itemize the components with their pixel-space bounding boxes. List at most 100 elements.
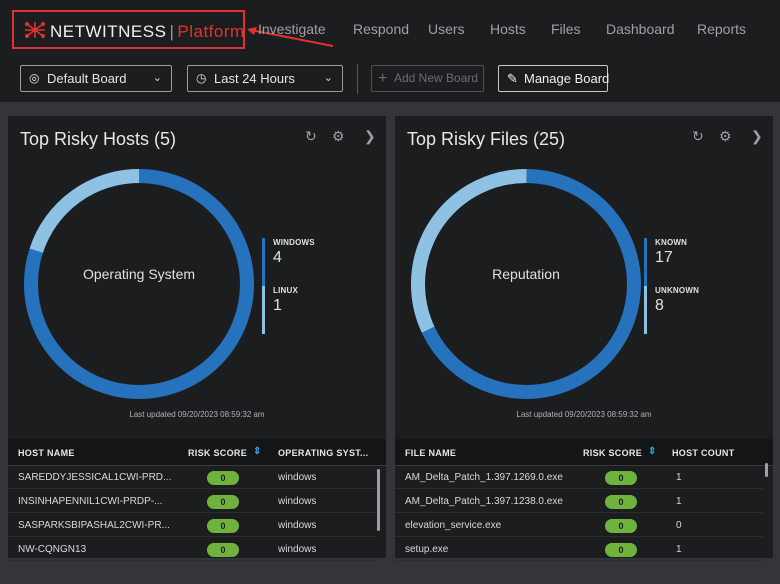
legend-name: WINDOWS bbox=[273, 238, 315, 247]
table-row[interactable]: AM_Delta_Patch_1.397.1238.0.exe 0 1 bbox=[395, 490, 763, 513]
legend-count: 8 bbox=[655, 297, 664, 314]
legend-item-linux[interactable]: LINUX 1 bbox=[262, 286, 352, 334]
table-header: HOST NAME RISK SCORE ⇕ OPERATING SYST... bbox=[8, 439, 386, 466]
legend-count: 17 bbox=[655, 249, 673, 266]
sort-icon[interactable]: ⇕ bbox=[253, 446, 262, 457]
brand-product: Platform bbox=[177, 22, 245, 41]
chevron-right-icon[interactable]: ❯ bbox=[751, 128, 763, 145]
column-host-count[interactable]: HOST COUNT bbox=[672, 448, 735, 458]
os-cell: windows bbox=[278, 496, 317, 507]
chevron-down-icon: ⌄ bbox=[152, 72, 162, 84]
column-risk-score[interactable]: RISK SCORE bbox=[583, 448, 642, 458]
table-row[interactable]: elevation_service.exe 0 0 bbox=[395, 514, 763, 537]
risk-score-badge: 0 bbox=[605, 519, 637, 533]
table-scrollbar[interactable] bbox=[377, 469, 380, 531]
legend-item-known[interactable]: KNOWN 17 bbox=[644, 238, 734, 286]
host-count-cell: 1 bbox=[676, 472, 682, 483]
nav-reports[interactable]: Reports bbox=[697, 21, 746, 37]
nav-hosts[interactable]: Hosts bbox=[490, 21, 526, 37]
legend-item-windows[interactable]: WINDOWS 4 bbox=[262, 238, 352, 286]
risk-score-badge: 0 bbox=[605, 495, 637, 509]
legend-name: KNOWN bbox=[655, 238, 688, 247]
brand-logo[interactable]: NETWITNESS | Platform bbox=[50, 22, 245, 42]
host-count-cell: 0 bbox=[676, 520, 682, 531]
legend-name: LINUX bbox=[273, 286, 298, 295]
reputation-donut-chart bbox=[411, 169, 641, 399]
chevron-right-icon[interactable]: ❯ bbox=[364, 128, 376, 145]
netwitness-logo-icon bbox=[25, 22, 45, 38]
risk-score-badge: 0 bbox=[605, 543, 637, 557]
clock-icon: ◷ bbox=[196, 71, 207, 85]
risk-score-badge: 0 bbox=[207, 519, 239, 533]
file-name-cell: AM_Delta_Patch_1.397.1238.0.exe bbox=[405, 496, 563, 507]
host-count-cell: 1 bbox=[676, 544, 682, 555]
risk-score-badge: 0 bbox=[207, 471, 239, 485]
file-name-cell: setup.exe bbox=[405, 544, 449, 555]
risk-score-badge: 0 bbox=[605, 471, 637, 485]
nav-investigate[interactable]: Investigate bbox=[258, 21, 326, 37]
board-select[interactable]: ◎ Default Board ⌄ bbox=[20, 65, 172, 92]
time-range-select[interactable]: ◷ Last 24 Hours ⌄ bbox=[187, 65, 343, 92]
column-operating-system[interactable]: OPERATING SYST... bbox=[278, 448, 368, 458]
donut-legend: KNOWN 17 UNKNOWN 8 bbox=[644, 238, 734, 334]
file-name-cell: AM_Delta_Patch_1.397.1269.0.exe bbox=[405, 472, 563, 483]
risk-score-badge: 0 bbox=[207, 495, 239, 509]
table-row[interactable]: NW-CQNGN13 0 windows bbox=[8, 538, 376, 561]
top-risky-files-panel: Top Risky Files (25) ↻ ⚙ ❯ Reputation KN… bbox=[395, 116, 773, 561]
top-risky-hosts-panel: Top Risky Hosts (5) ↻ ⚙ ❯ Operating Syst… bbox=[8, 116, 386, 561]
toolbar-divider bbox=[357, 64, 358, 94]
table-row[interactable]: SAREDDYJESSICAL1CWI-PRD... 0 windows bbox=[8, 466, 376, 489]
donut-center-label: Operating System bbox=[82, 266, 196, 282]
time-range-value: Last 24 Hours bbox=[214, 71, 295, 86]
sort-icon[interactable]: ⇕ bbox=[648, 446, 657, 457]
table-header: FILE NAME RISK SCORE ⇕ HOST COUNT bbox=[395, 439, 773, 466]
os-donut-chart bbox=[24, 169, 254, 399]
panel-title: Top Risky Files (25) bbox=[407, 129, 566, 149]
nav-users[interactable]: Users bbox=[428, 21, 465, 37]
manage-board-label: Manage Board bbox=[524, 71, 610, 86]
dashboard-toolbar: ◎ Default Board ⌄ ◷ Last 24 Hours ⌄ + Ad… bbox=[0, 58, 780, 102]
refresh-icon[interactable]: ↻ bbox=[305, 128, 317, 145]
host-name-cell: INSINHAPENNIL1CWI-PRDP-... bbox=[18, 496, 163, 507]
nav-dashboard[interactable]: Dashboard bbox=[606, 21, 675, 37]
os-cell: windows bbox=[278, 520, 317, 531]
column-host-name[interactable]: HOST NAME bbox=[18, 448, 75, 458]
host-name-cell: SASPARKSBIPASHAL2CWI-PR... bbox=[18, 520, 170, 531]
board-select-value: Default Board bbox=[47, 71, 127, 86]
table-scrollbar[interactable] bbox=[765, 463, 768, 477]
donut-legend: WINDOWS 4 LINUX 1 bbox=[262, 238, 352, 334]
pencil-icon: ✎ bbox=[507, 71, 518, 86]
host-name-cell: NW-CQNGN13 bbox=[18, 544, 87, 555]
manage-board-button[interactable]: ✎ Manage Board bbox=[498, 65, 610, 92]
risk-score-badge: 0 bbox=[207, 543, 239, 557]
table-row[interactable]: INSINHAPENNIL1CWI-PRDP-... 0 windows bbox=[8, 490, 376, 513]
nav-respond[interactable]: Respond bbox=[353, 21, 409, 37]
column-risk-score[interactable]: RISK SCORE bbox=[188, 448, 247, 458]
gear-icon[interactable]: ⚙ bbox=[332, 128, 345, 145]
panel-title: Top Risky Hosts (5) bbox=[20, 129, 177, 149]
gear-icon[interactable]: ⚙ bbox=[719, 128, 732, 145]
os-cell: windows bbox=[278, 544, 317, 555]
os-cell: windows bbox=[278, 472, 317, 483]
host-count-cell: 1 bbox=[676, 496, 682, 507]
table-row[interactable]: SASPARKSBIPASHAL2CWI-PR... 0 windows bbox=[8, 514, 376, 537]
donut-center-label: Reputation bbox=[492, 266, 560, 282]
top-navigation: NETWITNESS | Platform Investigate Respond … bbox=[0, 0, 780, 58]
brand-name: NETWITNESS bbox=[50, 22, 167, 41]
last-updated-text: Last updated 09/20/2023 08:59:32 am bbox=[129, 410, 265, 419]
refresh-icon[interactable]: ↻ bbox=[692, 128, 704, 145]
nav-files[interactable]: Files bbox=[551, 21, 581, 37]
add-new-board-button[interactable]: + Add New Board bbox=[371, 65, 484, 92]
brand-separator: | bbox=[169, 22, 175, 41]
add-board-label: Add New Board bbox=[394, 71, 479, 85]
chevron-down-icon: ⌄ bbox=[323, 72, 333, 84]
table-row[interactable]: setup.exe 0 1 bbox=[395, 538, 763, 561]
last-updated-text: Last updated 09/20/2023 08:59:32 am bbox=[516, 410, 652, 419]
logo-highlight-box: NETWITNESS | Platform bbox=[12, 10, 245, 49]
table-row[interactable]: AM_Delta_Patch_1.397.1269.0.exe 0 1 bbox=[395, 466, 763, 489]
eye-icon: ◎ bbox=[29, 71, 40, 85]
legend-count: 4 bbox=[273, 249, 282, 266]
legend-item-unknown[interactable]: UNKNOWN 8 bbox=[644, 286, 734, 334]
column-file-name[interactable]: FILE NAME bbox=[405, 448, 456, 458]
legend-count: 1 bbox=[273, 297, 282, 314]
